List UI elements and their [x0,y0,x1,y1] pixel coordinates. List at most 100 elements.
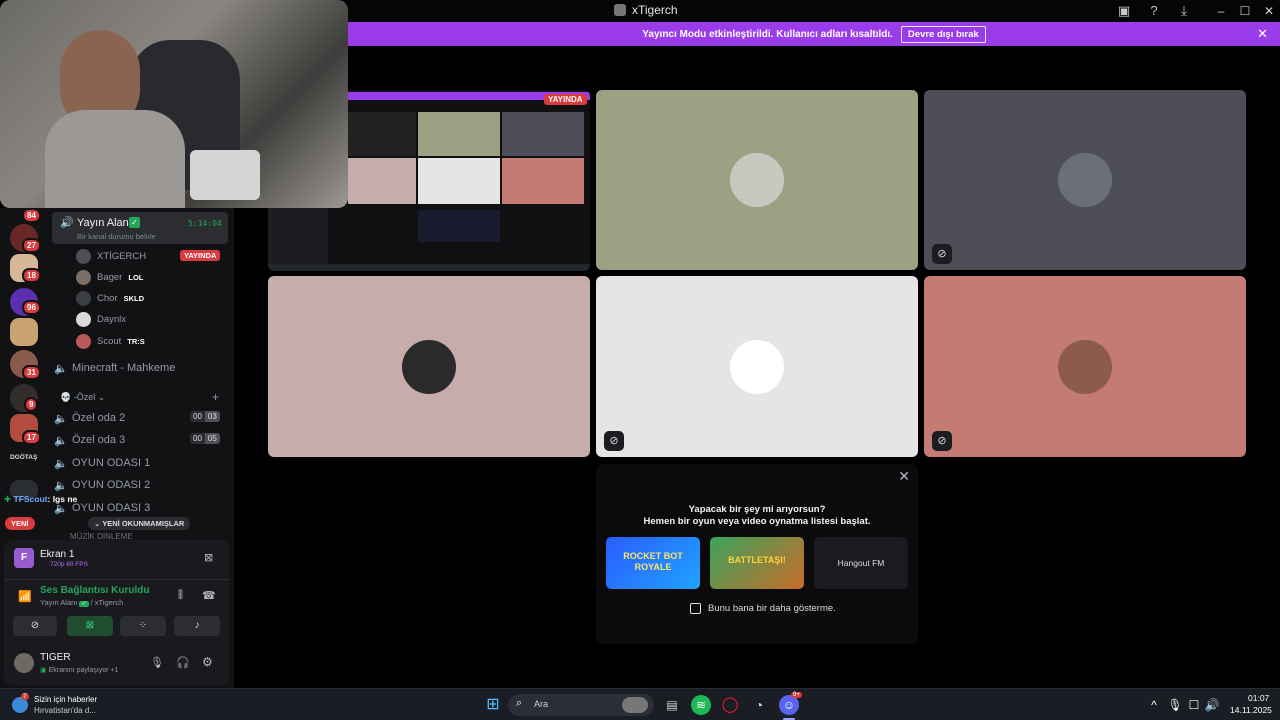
participant-tile-3[interactable] [268,276,590,457]
discord-icon[interactable]: ☺ [779,695,799,715]
voice-user-row[interactable]: XTİGERCH [76,247,146,265]
webcam-overlay [0,0,348,208]
user-tag: LOL [128,272,144,282]
server-badge: 18 [22,268,41,283]
download-icon[interactable]: ⤓ [1176,3,1192,19]
server-badge: 84 [22,208,41,223]
voice-server: / xTigerch [90,598,124,607]
inbox-icon[interactable]: ▣ [1116,3,1132,19]
file-explorer-icon[interactable]: ▤ [662,695,682,715]
activities-button[interactable]: ⁘ [120,616,166,636]
steam-icon[interactable]: ◔ [749,695,769,715]
app-icon [614,4,626,16]
windows-start-icon[interactable]: ⊞ [483,695,503,715]
screen-title: Ekran 1 [40,549,75,560]
voice-channel-oyun-3[interactable]: 🔈 OYUN ODASI 3 [54,498,230,518]
new-messages-pill[interactable]: YENİ [5,517,35,530]
participant-tile-4[interactable]: ⊘ [596,276,918,457]
taskbar-search[interactable]: ⌕ Ara [508,694,654,716]
dont-show-again-checkbox[interactable] [690,603,701,614]
voice-channel-oyun-1[interactable]: 🔈 OYUN ODASI 1 [54,453,230,473]
maximize-button[interactable]: ☐ [1233,2,1257,20]
network-icon[interactable]: ☐ [1184,695,1204,715]
server-badge: 27 [22,238,41,253]
channel-name: OYUN ODASI 1 [72,457,151,469]
activity-card-battletasi[interactable]: BATTLETAŞI! [710,537,804,589]
channel-name: Minecraft - Mahkeme [72,362,176,374]
news-badge: 7 [21,693,29,700]
clock-time[interactable]: 01:07 [1248,693,1269,703]
camera-button[interactable]: ⊘ [13,616,57,636]
user-limit: 03 [204,411,220,422]
discord-badge: 9+ [791,692,802,698]
game-title: ROCKET BOT ROYALE [623,551,683,572]
participant-avatar [1058,339,1112,394]
dont-show-again-label: Bunu bana bir daha gösterme. [708,603,836,614]
speaker-icon: 🔊 [60,217,74,229]
user-limit-badge: 00 03 [190,411,220,422]
voice-channel-oyun-2[interactable]: 🔈 OYUN ODASI 2 [54,475,230,495]
participant-avatar [1058,153,1112,207]
disable-streamer-mode-button[interactable]: Devre dışı bırak [900,25,986,43]
voice-status[interactable]: Ses Bağlantısı Kuruldu [40,585,149,596]
muted-icon: ⊘ [604,431,624,451]
activity-card-rocket-bot-royale[interactable]: ROCKET BOT ROYALE [606,537,700,589]
close-popup-icon[interactable]: ✕ [898,468,910,485]
close-window-button[interactable]: ✕ [1257,2,1280,20]
user-tag: TR:S [127,336,145,346]
participant-tile-5[interactable]: ⊘ [924,276,1246,457]
banner-close-icon[interactable]: ✕ [1257,26,1268,42]
voice-user-row[interactable]: Chor SKLD [76,289,144,307]
user-status-line: ▣ Ekranını paylaşıyor +1 [40,667,119,674]
voice-control-panel: F Ekran 1 720p 60 FPS ⊠ 📶 Ses Bağlantısı… [4,540,229,685]
speaker-icon: 🔈 [54,362,68,375]
channel-status-input[interactable]: Bir kanal durumu belirle [77,232,156,241]
spotify-icon[interactable]: ≋ [691,695,711,715]
hidden-icons-chevron[interactable]: ^ [1144,695,1164,715]
chat-text: : lgs ne [47,494,78,504]
participant-tile-2[interactable]: ⊘ [924,90,1246,270]
microphone-icon[interactable]: 🎙 [150,656,164,669]
user-tag: SKLD [123,293,145,303]
voice-user-row[interactable]: Scout TR:S [76,332,145,350]
settings-gear-icon[interactable]: ⚙ [202,655,213,669]
server-icon[interactable] [10,318,38,346]
stop-stream-icon[interactable]: ⊠ [204,551,213,564]
minimize-button[interactable]: – [1209,2,1233,20]
add-channel-icon[interactable]: + [212,390,219,404]
channel-name: OYUN ODASI 2 [72,479,151,491]
user-name: Chor [97,292,118,304]
category-header[interactable]: 💀 -Özel ⌄ [60,392,105,403]
headphones-icon[interactable]: 🎧 [176,656,190,669]
activity-card-hangout-fm[interactable]: Hangout FM [814,537,908,589]
windows-taskbar: 7 Sizin için haberler Hırvatistan'da d..… [0,688,1280,720]
user-limit: 05 [204,433,220,444]
muted-icon: ⊘ [932,244,952,264]
participant-tile-1[interactable] [596,90,918,270]
screen-share-button[interactable]: ⊠ [67,616,113,636]
server-label[interactable]: DGÖTAŞ [10,454,37,461]
voice-user-row[interactable]: Daynlx [76,310,126,328]
voice-user-row[interactable]: Bager LOL [76,268,143,286]
unread-messages-pill[interactable]: ⌄ YENİ OKUNMAMIŞLAR [88,517,191,530]
volume-icon[interactable]: 🔊 [1202,695,1222,715]
help-icon[interactable]: ? [1146,3,1162,19]
voice-channel-info[interactable]: Yayın Alanı ✓ / xTigerch [40,598,123,607]
channel-name-cut[interactable]: MÜZİK DİNLEME [70,532,133,540]
screen-share-preview[interactable]: F [14,548,34,568]
disconnect-icon[interactable]: ☎ [202,589,216,602]
game-title: BATTLETAŞI! [728,555,786,565]
channel-timer: 5:14:04 [188,219,222,228]
voice-channel: Yayın Alanı [40,598,78,607]
opera-icon[interactable]: ◯ [720,695,740,715]
participant-avatar [730,153,784,207]
user-avatar[interactable] [14,653,34,673]
news-widget[interactable]: 7 Sizin için haberler Hırvatistan'da d..… [12,693,122,717]
microphone-tray-icon[interactable]: 🎙 [1165,695,1185,715]
soundboard-button[interactable]: ♪ [174,616,220,636]
noise-suppression-icon[interactable]: ⫼ [178,589,183,602]
clock-date[interactable]: 14.11.2025 [1230,705,1272,715]
speaker-icon: 🔈 [54,412,68,425]
voice-channel-minecraft[interactable]: 🔈 Minecraft - Mahkeme [54,358,230,378]
window-title: xTigerch [614,3,678,17]
